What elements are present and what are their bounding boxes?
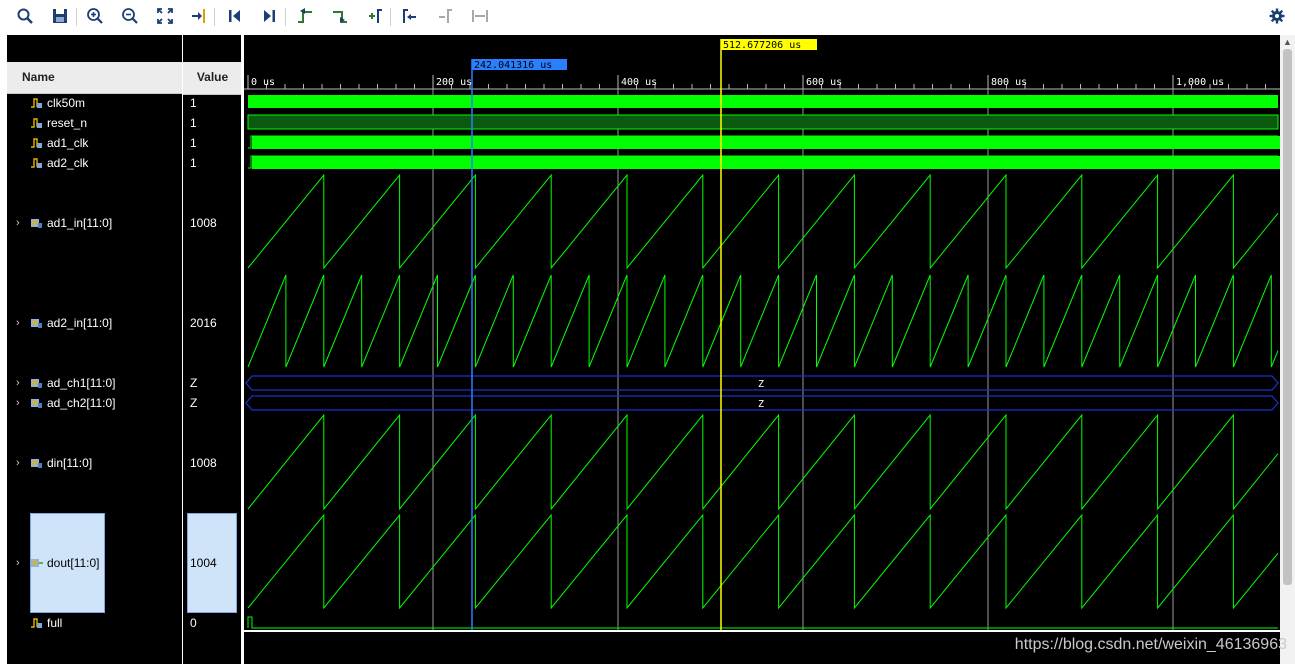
bit-icon <box>30 97 43 109</box>
zoom-fit-icon[interactable] <box>154 5 176 27</box>
next-transition-icon[interactable] <box>329 5 351 27</box>
ruler-tick-label: 0 us <box>251 77 275 88</box>
signal-value-label: Z <box>190 396 198 410</box>
ruler-tick-label: 1,000 us <box>1176 77 1224 88</box>
go-to-time-0-icon[interactable] <box>224 5 246 27</box>
bus-out-icon <box>30 557 43 569</box>
signal-value-label: 2016 <box>190 316 217 330</box>
signal-name-label: reset_n <box>47 116 88 130</box>
signal-value-label: 0 <box>190 616 197 630</box>
vertical-scrollbar[interactable]: ▲ <box>1280 35 1295 664</box>
signal-name-label: ad_ch2[11:0] <box>47 396 116 410</box>
ad1_in-waveform <box>247 173 1279 270</box>
swap-cursors-icon <box>469 5 491 27</box>
clk50m-waveform <box>248 95 1278 108</box>
signal-list-pane: Name Value clk50m 1 reset_n 1 ad1_clk 1 ad2_cl… <box>7 35 243 664</box>
signal-name-label: ad2_in[11:0] <box>47 316 113 330</box>
name-column-header[interactable]: Name <box>7 62 182 94</box>
bus-icon <box>30 397 43 409</box>
gear-icon[interactable] <box>1266 5 1288 27</box>
signal-value-label: 1 <box>190 116 197 130</box>
bus-z-label: Z <box>758 399 764 410</box>
signal-name-label: clk50m <box>47 96 86 110</box>
signal-value-label: 1 <box>190 96 197 110</box>
dout-waveform <box>247 513 1279 610</box>
signal-value-label: 1 <box>190 136 197 150</box>
bus-icon <box>30 377 43 389</box>
expand-chevron-icon[interactable]: › <box>16 556 20 570</box>
signal-name-label: ad1_clk <box>47 136 89 150</box>
ruler-tick-label: 600 us <box>806 77 842 88</box>
signal-value-label: 1 <box>190 156 197 170</box>
go-to-cursor-icon[interactable] <box>188 5 210 27</box>
bit-icon <box>30 117 43 129</box>
previous-transition-icon[interactable] <box>294 5 316 27</box>
bit-icon <box>30 157 43 169</box>
bus-icon <box>30 457 43 469</box>
waveform-pane[interactable]: 0 us 200 us 400 us 600 us 800 us 1,000 us Z Z 51… <box>244 35 1282 664</box>
main-cursor-label: 512.677206 us <box>723 40 801 51</box>
bus-icon <box>30 217 43 229</box>
expand-chevron-icon[interactable]: › <box>16 316 20 330</box>
expand-chevron-icon[interactable]: › <box>16 456 20 470</box>
signal-name-label: ad_ch1[11:0] <box>47 376 116 390</box>
scrollbar-thumb[interactable] <box>1283 49 1292 585</box>
signal-value-label: 1008 <box>190 456 217 470</box>
column-divider[interactable] <box>182 35 183 664</box>
expand-chevron-icon[interactable]: › <box>16 216 20 230</box>
signal-value-label: 1008 <box>190 216 217 230</box>
zoom-in-icon[interactable] <box>84 5 106 27</box>
add-marker-icon[interactable] <box>364 5 386 27</box>
full-waveform <box>247 616 1278 629</box>
signal-name-label: ad2_clk <box>47 156 89 170</box>
bit-icon <box>30 137 43 149</box>
ruler-tick-label: 800 us <box>991 77 1027 88</box>
search-icon[interactable] <box>14 5 36 27</box>
expand-chevron-icon[interactable]: › <box>16 376 20 390</box>
bus-icon <box>30 317 43 329</box>
reset_n-waveform <box>247 114 1279 130</box>
waveform-canvas[interactable]: 0 us 200 us 400 us 600 us 800 us 1,000 us ZZ 51… <box>244 35 1282 664</box>
bus-z-label: Z <box>758 379 764 390</box>
scroll-up-icon[interactable]: ▲ <box>1283 37 1292 47</box>
signal-name-label: ad1_in[11:0] <box>47 216 113 230</box>
expand-chevron-icon[interactable]: › <box>16 396 20 410</box>
signal-value-label: Z <box>190 376 198 390</box>
signal-name-label: dout[11:0] <box>47 556 100 570</box>
value-column-header[interactable]: Value <box>183 62 242 95</box>
ruler-tick-label: 400 us <box>621 77 657 88</box>
previous-marker-icon[interactable] <box>399 5 421 27</box>
ad1_clk-waveform <box>252 136 1282 149</box>
bit-icon <box>30 617 43 629</box>
ad2_clk-waveform <box>252 156 1282 169</box>
zoom-out-icon[interactable] <box>119 5 141 27</box>
ad2_in-waveform <box>247 274 1279 368</box>
signal-value-label: 1004 <box>190 556 217 570</box>
waveform-toolbar <box>0 0 1295 34</box>
watermark: https://blog.csdn.net/weixin_46136963 <box>1014 636 1287 653</box>
signal-name-label: full <box>47 616 63 630</box>
go-to-last-time-icon[interactable] <box>258 5 280 27</box>
din-waveform <box>247 413 1279 511</box>
next-marker-icon <box>434 5 456 27</box>
signal-name-label: din[11:0] <box>47 456 93 470</box>
save-icon[interactable] <box>49 5 71 27</box>
ruler-tick-label: 200 us <box>436 77 472 88</box>
secondary-cursor-label: 242.041316 us <box>474 60 552 71</box>
